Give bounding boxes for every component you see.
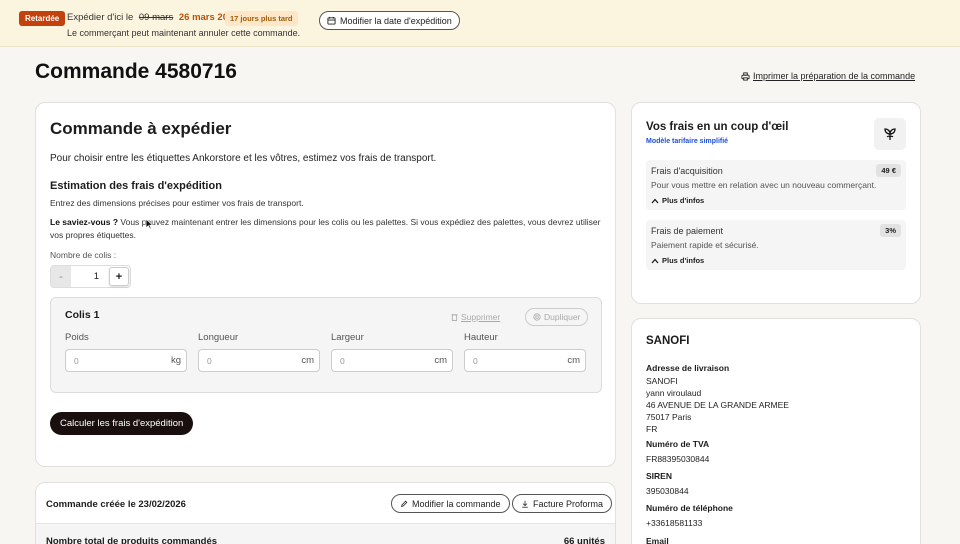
chevron-up-icon <box>651 258 659 263</box>
fee-acquisition-desc: Pour vous mettre en relation avec un nou… <box>651 180 877 190</box>
delivery-address: SANOFI yann viroulaud 46 AVENUE DE LA GR… <box>646 375 789 435</box>
print-preparation-link[interactable]: Imprimer la préparation de la commande <box>741 71 915 81</box>
print-link-label: Imprimer la préparation de la commande <box>753 71 916 81</box>
fee-acquisition-more-label: Plus d'infos <box>662 196 705 205</box>
address-line: 46 AVENUE DE LA GRANDE ARMEE <box>646 400 789 410</box>
proforma-invoice-label: Facture Proforma <box>533 498 604 509</box>
height-input[interactable]: 0 cm <box>464 349 586 372</box>
order-total-row: Nombre total de produits commandés 66 un… <box>36 523 615 544</box>
height-label: Hauteur <box>464 332 498 343</box>
decrement-button[interactable]: - <box>51 266 71 287</box>
fee-acquisition: Frais d'acquisition 49 € Pour vous mettr… <box>646 160 906 210</box>
customer-name: SANOFI <box>646 335 690 347</box>
order-summary-card: Commande créée le 23/02/2026 Modifier la… <box>35 482 616 544</box>
parcel-box: Colis 1 Supprimer Dupliquer Poids Longue… <box>50 297 602 393</box>
address-line: yann viroulaud <box>646 388 702 398</box>
parcels-count-value[interactable]: 1 <box>71 271 109 282</box>
ship-prefix: Expédier d'ici le <box>67 12 134 23</box>
fees-title: Vos frais en un coup d'œil <box>646 121 789 133</box>
cancel-note: Le commerçant peut maintenant annuler ce… <box>67 28 301 38</box>
total-products-value: 66 unités <box>563 536 605 544</box>
weight-placeholder: 0 <box>74 355 79 366</box>
tip-text: Le saviez-vous ? Vous pouvez maintenant … <box>50 216 605 242</box>
shipping-intro: Pour choisir entre les étiquettes Ankors… <box>50 153 437 164</box>
proforma-invoice-button[interactable]: Facture Proforma <box>512 494 613 513</box>
edit-order-button[interactable]: Modifier la commande <box>391 494 510 513</box>
copy-icon <box>533 313 541 321</box>
fee-payment-more-label: Plus d'infos <box>662 256 705 265</box>
phone-value: +33618581133 <box>646 518 703 528</box>
delete-parcel-button[interactable]: Supprimer <box>451 312 500 322</box>
fee-acquisition-value: 49 € <box>876 164 901 177</box>
pricing-model-link[interactable]: Modèle tarifaire simplifié <box>646 138 728 145</box>
tip-bold: Le saviez-vous ? <box>50 217 119 227</box>
parcel-title: Colis 1 <box>65 309 100 321</box>
delete-parcel-label: Supprimer <box>461 312 501 322</box>
increment-button[interactable]: + <box>109 267 129 286</box>
length-input[interactable]: 0 cm <box>198 349 320 372</box>
fee-payment-more[interactable]: Plus d'infos <box>651 256 704 265</box>
shipping-card: Commande à expédier Pour choisir entre l… <box>35 102 616 467</box>
fee-acquisition-name: Frais d'acquisition <box>651 166 723 176</box>
vat-label: Numéro de TVA <box>646 439 710 449</box>
customer-card: SANOFI Adresse de livraison SANOFI yann … <box>631 318 921 544</box>
estimation-description: Entrez des dimensions précises pour esti… <box>50 198 304 208</box>
width-input[interactable]: 0 cm <box>331 349 453 372</box>
tip-body: Vous pouvez maintenant entrer les dimens… <box>50 217 601 240</box>
delayed-badge: Retardée <box>19 11 66 26</box>
width-label: Largeur <box>331 332 364 343</box>
parcels-stepper: - 1 + <box>50 265 131 288</box>
delivery-address-label: Adresse de livraison <box>646 363 730 373</box>
fees-card: Vos frais en un coup d'œil Modèle tarifa… <box>631 102 921 304</box>
email-label: Email <box>646 536 669 544</box>
siren-label: SIREN <box>646 471 672 481</box>
ship-by-line: Expédier d'ici le 09 mars 26 mars 2026 <box>67 12 239 23</box>
weight-label: Poids <box>65 332 89 343</box>
modify-ship-date-button[interactable]: Modifier la date d'expédition <box>319 11 460 30</box>
vat-value: FR88395030844 <box>646 454 710 464</box>
modify-ship-date-label: Modifier la date d'expédition <box>340 15 452 26</box>
duplicate-parcel-button[interactable]: Dupliquer <box>525 308 589 326</box>
address-line: SANOFI <box>646 376 678 386</box>
plant-icon <box>874 118 906 150</box>
address-line: FR <box>646 424 658 434</box>
fee-payment-desc: Paiement rapide et sécurisé. <box>651 240 759 250</box>
length-label: Longueur <box>198 332 239 343</box>
pencil-icon <box>401 500 408 507</box>
shipping-card-title: Commande à expédier <box>50 119 232 138</box>
calendar-icon <box>327 16 336 25</box>
old-ship-date: 09 mars <box>138 12 174 23</box>
weight-input[interactable]: 0 kg <box>65 349 187 372</box>
printer-icon <box>741 71 750 81</box>
length-unit: cm <box>301 355 314 366</box>
length-placeholder: 0 <box>207 355 212 366</box>
calculate-shipping-button[interactable]: Calculer les frais d'expédition <box>50 412 194 435</box>
download-icon <box>522 500 528 508</box>
phone-label: Numéro de téléphone <box>646 503 733 513</box>
duplicate-parcel-label: Dupliquer <box>544 312 581 322</box>
width-placeholder: 0 <box>340 355 345 366</box>
delay-banner: Retardée Expédier d'ici le 09 mars 26 ma… <box>0 0 960 47</box>
height-unit: cm <box>567 355 580 366</box>
edit-order-label: Modifier la commande <box>412 498 501 509</box>
mouse-cursor-icon <box>145 218 154 230</box>
trash-icon <box>451 314 458 321</box>
address-line: 75017 Paris <box>646 412 692 422</box>
total-products-label: Nombre total de produits commandés <box>46 536 218 544</box>
fee-payment-value: 3% <box>880 224 901 237</box>
order-created-date: Commande créée le 23/02/2026 <box>46 499 186 510</box>
siren-value: 395030844 <box>646 486 689 496</box>
height-placeholder: 0 <box>473 355 478 366</box>
page-title: Commande 4580716 <box>35 60 237 83</box>
fee-payment-name: Frais de paiement <box>651 226 724 236</box>
chevron-up-icon <box>651 198 659 203</box>
fee-payment: Frais de paiement 3% Paiement rapide et … <box>646 220 906 270</box>
estimation-title: Estimation des frais d'expédition <box>50 180 222 192</box>
parcels-count-label: Nombre de colis : <box>50 250 117 260</box>
fee-acquisition-more[interactable]: Plus d'infos <box>651 196 704 205</box>
weight-unit: kg <box>170 355 181 366</box>
delay-pill: 17 jours plus tard <box>225 11 298 26</box>
width-unit: cm <box>434 355 447 366</box>
